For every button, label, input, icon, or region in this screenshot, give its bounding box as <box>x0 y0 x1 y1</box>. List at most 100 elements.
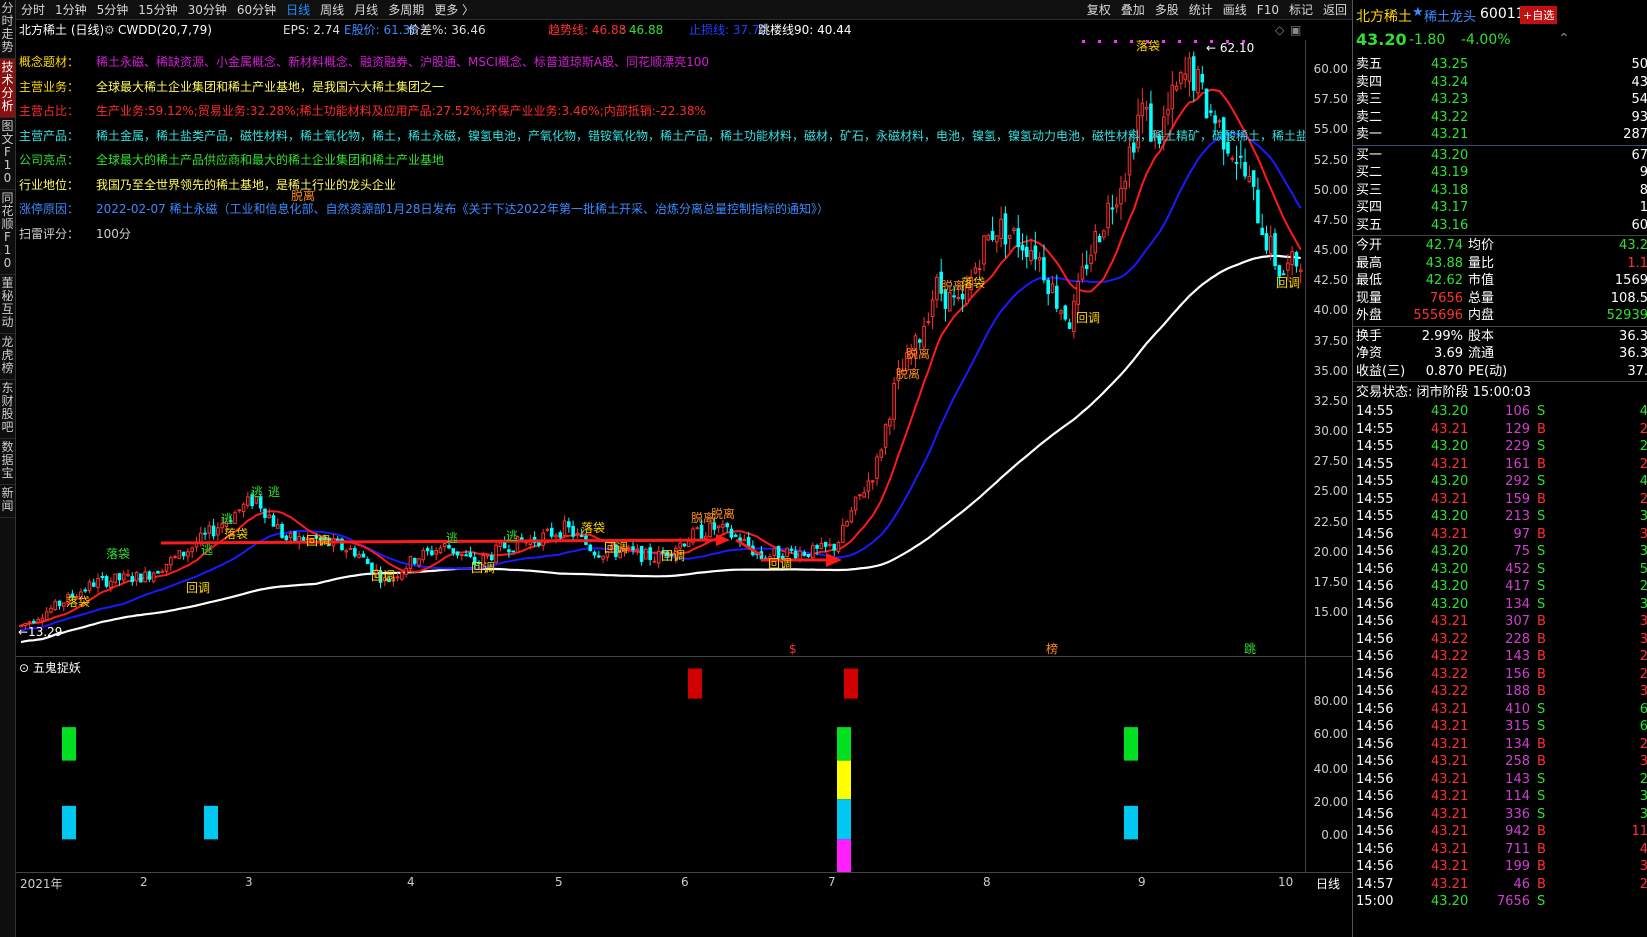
period-tab-7[interactable]: 周线 <box>315 0 349 20</box>
tick-side: S <box>1537 544 1546 559</box>
toolbar-button-3[interactable]: 统计 <box>1184 0 1218 20</box>
diamond-icon[interactable]: ◇ <box>1275 20 1284 40</box>
left-tab-2[interactable]: 图文F10 <box>0 118 15 190</box>
tick-count: 3 <box>1639 859 1647 874</box>
toolbar-button-2[interactable]: 多股 <box>1150 0 1184 20</box>
y-tick-label: 45.00 <box>1313 243 1348 257</box>
signal-dot <box>1082 40 1085 43</box>
indicator-name[interactable]: CWDD(20,7,79) <box>118 20 212 40</box>
period-tab-1[interactable]: 1分钟 <box>50 0 92 20</box>
tick-volume: 143 <box>1505 649 1530 664</box>
candle <box>943 289 948 322</box>
ask-label: 卖四 <box>1356 74 1383 90</box>
tick-volume: 228 <box>1505 631 1530 647</box>
period-tab-0[interactable]: 分时 <box>16 0 50 20</box>
candle <box>853 496 858 516</box>
tick-side: S <box>1537 789 1546 804</box>
ask-row: 卖四 43.24 43 <box>1353 74 1647 92</box>
tick-volume: 199 <box>1505 859 1530 874</box>
period-tab-6[interactable]: 日线 <box>281 0 315 20</box>
x-tick-label: 4 <box>407 875 415 889</box>
tick-volume: 159 <box>1505 491 1530 507</box>
left-tab-1[interactable]: 技术分析 <box>0 59 15 118</box>
svg-text:脱离: 脱离 <box>941 278 965 293</box>
tick-count: 2 <box>1639 439 1647 454</box>
candle <box>973 262 978 275</box>
toolbar-button-7[interactable]: 返回 <box>1318 0 1352 20</box>
tick-time: 14:55 <box>1356 509 1394 524</box>
ask-volume: 287 <box>1623 127 1647 142</box>
candle <box>656 546 661 569</box>
expand-icon[interactable]: ⌃ <box>1558 31 1570 47</box>
ask-label: 卖二 <box>1356 109 1383 125</box>
tick-price: 43.20 <box>1431 579 1469 594</box>
period-tab-10[interactable]: 更多 〉 <box>429 0 479 20</box>
candle <box>87 579 92 594</box>
stat-divider <box>1353 325 1647 327</box>
period-tab-9[interactable]: 多周期 <box>383 0 429 20</box>
candle <box>32 618 36 624</box>
period-tab-8[interactable]: 月线 <box>349 0 383 20</box>
candle <box>241 502 246 518</box>
candle <box>947 291 952 312</box>
tick-row: 14:56 43.20 417 S 2 <box>1353 578 1647 596</box>
tick-row: 14:55 43.20 213 S 3 <box>1353 508 1647 526</box>
candle <box>601 555 605 564</box>
y-tick-label: 25.00 <box>1313 484 1348 499</box>
stat-label: 流通 <box>1468 346 1495 361</box>
toolbar-button-4[interactable]: 画线 <box>1218 0 1252 20</box>
window-icon[interactable]: ▣ <box>1290 20 1301 40</box>
candle <box>404 565 408 578</box>
tick-side: B <box>1537 859 1546 874</box>
y-tick-label: 22.50 <box>1313 514 1348 529</box>
period-tab-3[interactable]: 15分钟 <box>133 0 182 20</box>
left-tab-3[interactable]: 同花顺F10 <box>0 190 15 275</box>
toolbar-button-1[interactable]: 叠加 <box>1116 0 1150 20</box>
left-tab-0[interactable]: 分时走势 <box>0 0 15 59</box>
ask-volume: 50 <box>1631 57 1647 72</box>
stat-label: 市值 <box>1468 273 1495 288</box>
tick-price: 43.21 <box>1431 701 1469 717</box>
sub-y-tick-label: 40.00 <box>1313 762 1348 776</box>
period-tab-2[interactable]: 5分钟 <box>92 0 134 20</box>
left-tab-7[interactable]: 数据宝 <box>0 439 15 485</box>
left-tab-4[interactable]: 董秘互动 <box>0 275 15 334</box>
tick-row: 14:56 43.22 228 B 3 <box>1353 631 1647 649</box>
candle <box>126 569 130 578</box>
low-price-label: ←13.29 <box>18 625 62 639</box>
tick-row: 14:55 43.20 106 S 4 <box>1353 403 1647 421</box>
bid-volume: 67 <box>1631 147 1647 163</box>
add-watchlist-button[interactable]: +自选 <box>1520 6 1558 24</box>
left-tab-6[interactable]: 东财股吧 <box>0 380 15 439</box>
candle <box>1059 308 1063 321</box>
tick-count: 2 <box>1639 579 1647 594</box>
concept-tag[interactable]: 稀土龙头 <box>1424 6 1476 25</box>
book-divider <box>1353 144 1647 146</box>
signal-label: 回调 <box>371 569 395 583</box>
toolbar-button-6[interactable]: 标记 <box>1284 0 1318 20</box>
tick-side: B <box>1537 526 1546 542</box>
period-tab-5[interactable]: 60分钟 <box>232 0 281 20</box>
tick-price: 43.20 <box>1431 474 1469 489</box>
eps-value: EPS: 2.74 <box>283 23 341 37</box>
tick-volume: 307 <box>1505 614 1530 629</box>
toolbar-button-5[interactable]: F10 <box>1252 0 1284 20</box>
settings-icon[interactable]: ⚙ <box>104 20 115 40</box>
candle <box>682 543 687 548</box>
fundamental-row: 主营产品： 稀土金属，稀土盐类产品，磁性材料，稀土氧化物，稀土，稀土永磁，镍氢电池… <box>16 124 1305 149</box>
tick-side: S <box>1537 474 1546 489</box>
fundamental-row: 概念题材： 稀土永磁、稀缺资源、小金属概念、新材料概念、融资融券、沪股通、MSCI… <box>16 50 1305 75</box>
left-tab-5[interactable]: 龙虎榜 <box>0 334 15 380</box>
star-icon[interactable]: ★ <box>1412 5 1424 20</box>
tick-volume: 213 <box>1505 509 1530 524</box>
candle <box>1089 244 1093 272</box>
left-tab-8[interactable]: 新闻 <box>0 485 15 518</box>
signal-label: 回调 <box>471 561 495 575</box>
toolbar-button-0[interactable]: 复权 <box>1082 0 1116 20</box>
candle <box>430 545 434 557</box>
tick-count: 3 <box>1639 614 1647 629</box>
period-tab-4[interactable]: 30分钟 <box>183 0 232 20</box>
signal-dot <box>1162 40 1165 43</box>
price-line: 43.20 -1.80 -4.00% ⌃ <box>1353 28 1647 52</box>
tick-side: S <box>1537 806 1546 822</box>
